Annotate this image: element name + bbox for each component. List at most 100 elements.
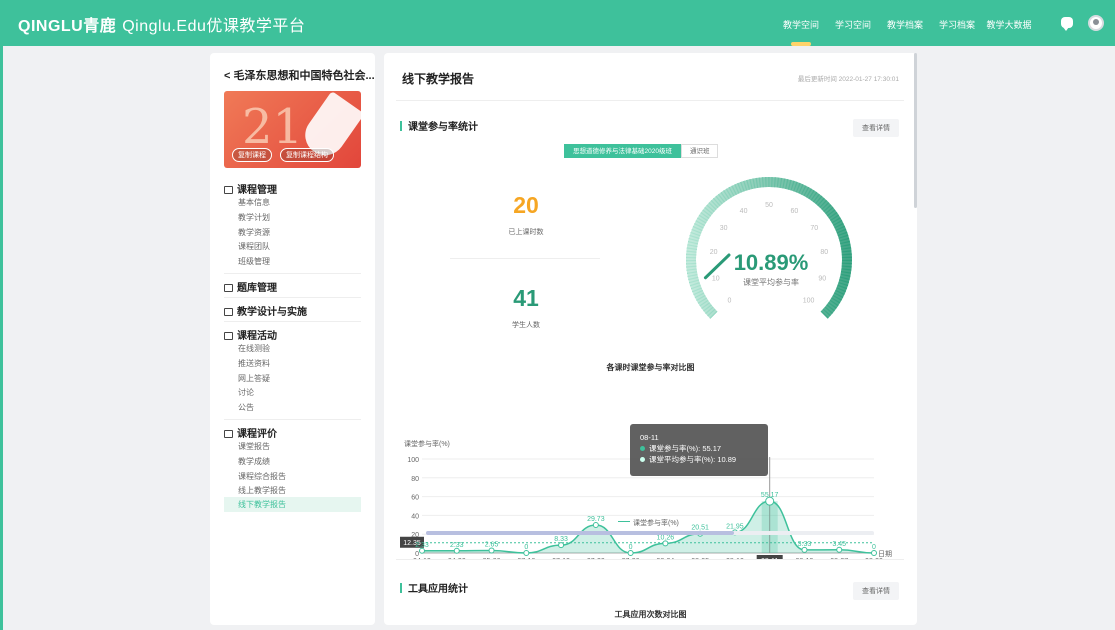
tab-class-2[interactable]: 通识班 <box>680 144 719 158</box>
point-label: 21.95 <box>726 523 744 530</box>
sidebar-item[interactable]: 讨论 <box>238 387 254 398</box>
gauge-tick-label: 0 <box>727 298 731 305</box>
avatar[interactable] <box>1088 15 1104 31</box>
sidebar-item[interactable]: 课堂报告 <box>238 441 270 452</box>
tab-class-1[interactable]: 思想道德修养与法律基础2020级班 <box>564 144 681 158</box>
sidebar-item[interactable]: 线上教学报告 <box>238 485 286 496</box>
gauge-tick-label: 100 <box>803 298 815 305</box>
sidebar-item[interactable]: 教学成绩 <box>238 456 270 467</box>
stat-divider <box>450 258 600 259</box>
nav-item-1[interactable]: 学习空间 <box>827 18 879 42</box>
question-bank-icon <box>224 284 233 292</box>
menu-group-label: 课程活动 <box>237 331 277 342</box>
lessons-count: 20 <box>513 192 539 218</box>
students-label: 学生人数 <box>512 322 540 329</box>
participation-gauge: 0 10 20 30 40 50 60 70 80 90 100 10.89% 课堂平均参与率 <box>686 177 852 319</box>
book-icon <box>224 186 233 194</box>
cover-art-text: 21 <box>242 99 304 155</box>
gauge-tick-label: 10 <box>712 275 720 282</box>
top-bar: QINGLU青鹿 Qinglu.Edu优课教学平台 教学空间 学习空间 教学档案 学习档… <box>0 0 1115 46</box>
message-icon[interactable] <box>1061 17 1073 31</box>
point-label: 2.33 <box>450 542 464 549</box>
zoom-slider[interactable] <box>426 531 874 535</box>
tooltip-title: 08-11 <box>640 433 659 442</box>
design-icon <box>224 308 233 316</box>
tools-detail-button[interactable]: 查看详情 <box>853 582 899 600</box>
point-label: 0 <box>872 544 876 551</box>
gauge-tick-label: 60 <box>791 208 799 215</box>
gauge-tick-label: 50 <box>765 202 773 209</box>
data-point <box>836 546 843 553</box>
gauge-tick-label: 40 <box>740 208 748 215</box>
logo[interactable]: QINGLU青鹿 Qinglu.Edu优课教学平台 <box>18 12 305 36</box>
x-axis-label: 日期 <box>878 550 892 558</box>
main-panel: 线下教学报告 最后更新时间 2022-01-27 17:30:01 课堂参与率统… <box>384 53 917 625</box>
menu-group-label: 课程管理 <box>237 185 277 196</box>
course-cover: 21 复制课程 复制课程结构 <box>224 91 361 168</box>
scrollbar[interactable] <box>914 53 917 208</box>
data-point <box>523 550 530 556</box>
data-point <box>558 542 565 549</box>
nav-item-3[interactable]: 学习档案 <box>931 18 983 42</box>
section-title-tools: 工具应用统计 <box>400 580 468 595</box>
zoom-slider-handle[interactable] <box>426 531 734 535</box>
sidebar-item[interactable]: 线下教学报告 <box>224 497 361 513</box>
sidebar-item[interactable]: 基本信息 <box>238 197 270 208</box>
menu-group-label: 教学设计与实施 <box>237 307 307 318</box>
page-title: 线下教学报告 <box>402 72 475 86</box>
y-tick-label: 40 <box>411 513 419 520</box>
gauge-tick-label: 70 <box>810 225 818 232</box>
lessons-label: 已上课时数 <box>508 229 544 236</box>
menu-separator <box>224 419 361 420</box>
sidebar-item[interactable]: 教学资源 <box>238 227 270 238</box>
chart-legend[interactable]: 课堂参与率(%) <box>618 518 679 528</box>
gauge-tick-label: 80 <box>820 249 828 256</box>
point-label: 55.17 <box>761 492 779 499</box>
sidebar-item[interactable]: 教学计划 <box>238 212 270 223</box>
nav-item-4[interactable]: 教学大数据 <box>983 18 1035 42</box>
data-point <box>662 540 669 547</box>
view-detail-button[interactable]: 查看详情 <box>853 119 899 137</box>
tooltip-line-1: 课堂参与率(%): 55.17 <box>640 443 758 454</box>
legend-label: 课堂参与率(%) <box>633 520 679 527</box>
menu-group-0[interactable]: 课程管理 <box>224 181 277 196</box>
y-tick-label: 0 <box>415 551 419 558</box>
nav-item-0[interactable]: 教学空间 <box>775 18 827 46</box>
sidebar-item[interactable]: 在线测验 <box>238 343 270 354</box>
data-point <box>488 547 495 554</box>
menu-group-label: 课程评价 <box>237 429 277 440</box>
students-count: 41 <box>513 285 539 311</box>
menu-group-label: 题库管理 <box>237 283 277 294</box>
y-tick-label: 80 <box>411 476 419 483</box>
tooltip-value-1: 课堂参与率(%): 55.17 <box>649 444 722 453</box>
update-time: 最后更新时间 2022-01-27 17:30:01 <box>797 76 899 83</box>
gauge-tick-label: 90 <box>818 275 826 282</box>
gauge-value: 10.89% <box>734 250 809 275</box>
activity-icon <box>224 332 233 340</box>
menu-group-3[interactable]: 课程活动 <box>224 327 277 342</box>
menu-group-1[interactable]: 题库管理 <box>224 279 277 294</box>
sidebar-item[interactable]: 推送资料 <box>238 358 270 369</box>
hover-band <box>761 501 778 553</box>
nav-item-2[interactable]: 教学档案 <box>879 18 931 42</box>
menu-group-2[interactable]: 教学设计与实施 <box>224 303 307 318</box>
point-label: 10.26 <box>657 534 675 541</box>
gauge-tick-label: 30 <box>720 225 728 232</box>
sidebar-item[interactable]: 课程综合报告 <box>238 471 286 482</box>
course-title[interactable]: < 毛泽东思想和中国特色社会... <box>224 67 375 83</box>
sidebar: < 毛泽东思想和中国特色社会... 21 复制课程 复制课程结构 课程管理 基本信… <box>210 53 375 625</box>
copy-structure-button[interactable]: 复制课程结构 <box>280 148 334 162</box>
menu-separator <box>224 321 361 322</box>
divider <box>396 559 904 560</box>
data-point <box>419 547 425 554</box>
data-point <box>453 547 460 554</box>
sidebar-item[interactable]: 班级管理 <box>238 256 270 267</box>
y-axis-label: 课堂参与率(%) <box>404 439 450 448</box>
sidebar-item[interactable]: 网上答疑 <box>238 373 270 384</box>
sidebar-item[interactable]: 公告 <box>238 402 254 413</box>
copy-course-button[interactable]: 复制课程 <box>232 148 272 162</box>
point-label: 0 <box>629 544 633 551</box>
menu-group-4[interactable]: 课程评价 <box>224 425 277 440</box>
sidebar-item[interactable]: 课程团队 <box>238 241 270 252</box>
menu-separator <box>224 273 361 274</box>
